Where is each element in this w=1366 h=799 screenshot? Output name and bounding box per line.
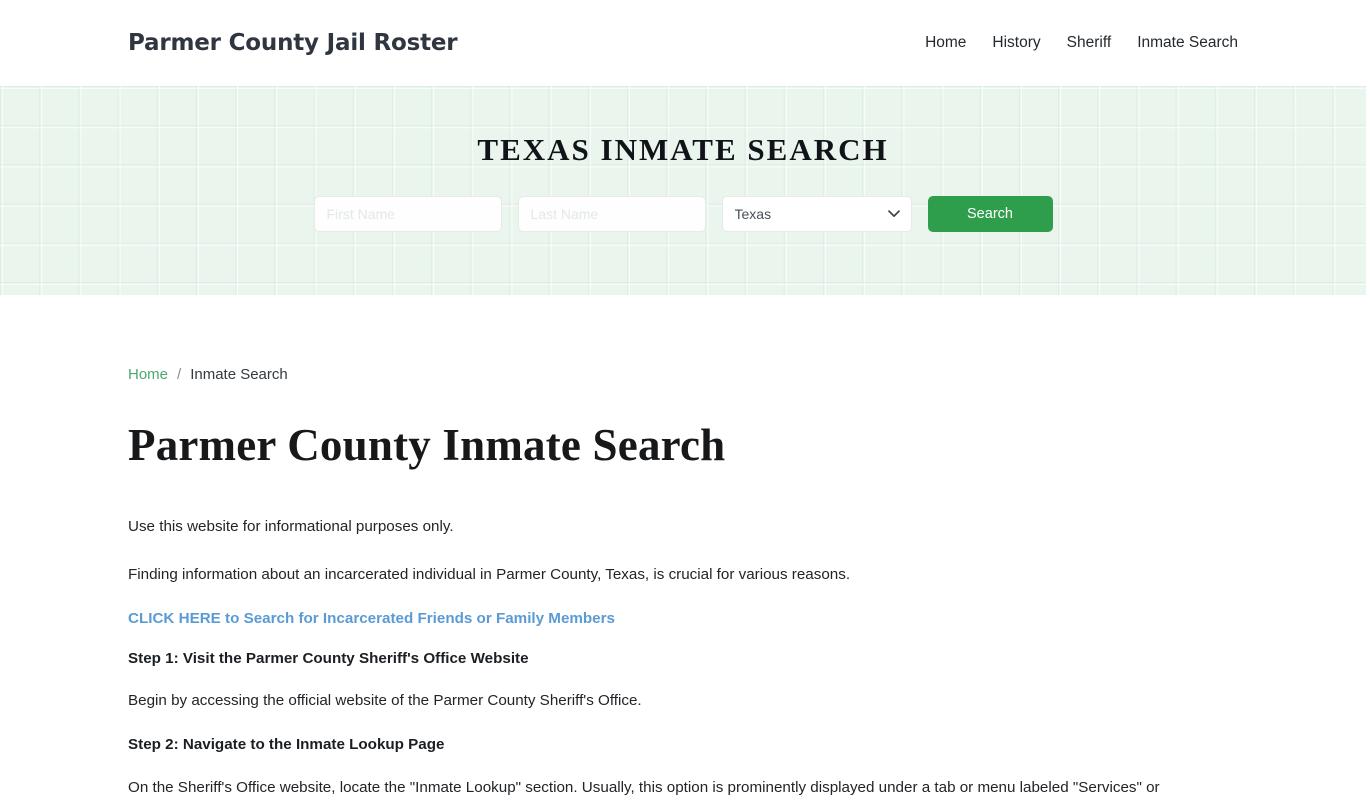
step-1-paragraph: Begin by accessing the official website … (128, 692, 642, 710)
breadcrumb-separator: / (177, 366, 182, 383)
first-name-input[interactable] (313, 196, 502, 232)
step-2-heading: Step 2: Navigate to the Inmate Lookup Pa… (128, 735, 445, 753)
nav-item-sheriff[interactable]: Sheriff (1067, 34, 1112, 52)
cta-search-link[interactable]: CLICK HERE to Search for Incarcerated Fr… (128, 610, 1238, 627)
search-button[interactable]: Search (927, 196, 1053, 232)
main-content: Home / Inmate Search Parmer County Inmat… (0, 366, 1366, 799)
intro-paragraph-2: Finding information about an incarcerate… (128, 565, 851, 583)
site-brand[interactable]: Parmer County Jail Roster (128, 30, 458, 56)
page-title: Parmer County Inmate Search (128, 420, 726, 470)
state-select[interactable]: Texas (721, 196, 912, 232)
hero-search-section: TEXAS INMATE SEARCH Texas Search (0, 86, 1366, 295)
intro-paragraph-1: Use this website for informational purpo… (128, 518, 454, 535)
nav-item-history[interactable]: History (992, 34, 1040, 52)
main-navigation: Home History Sheriff Inmate Search (925, 34, 1238, 52)
site-header: Parmer County Jail Roster Home History S… (0, 0, 1366, 86)
step-2-paragraph: On the Sheriff's Office website, locate … (128, 778, 1160, 796)
nav-item-inmate-search[interactable]: Inmate Search (1137, 34, 1238, 52)
state-select-wrapper: Texas (721, 196, 912, 232)
breadcrumb-link-home[interactable]: Home (128, 366, 168, 383)
hero-title: TEXAS INMATE SEARCH (477, 132, 889, 167)
breadcrumb: Home / Inmate Search (128, 366, 1238, 383)
last-name-input[interactable] (517, 196, 706, 232)
breadcrumb-current: Inmate Search (190, 366, 288, 383)
nav-item-home[interactable]: Home (925, 34, 966, 52)
step-1-heading: Step 1: Visit the Parmer County Sheriff'… (128, 650, 529, 668)
inmate-search-form: Texas Search (313, 196, 1053, 232)
